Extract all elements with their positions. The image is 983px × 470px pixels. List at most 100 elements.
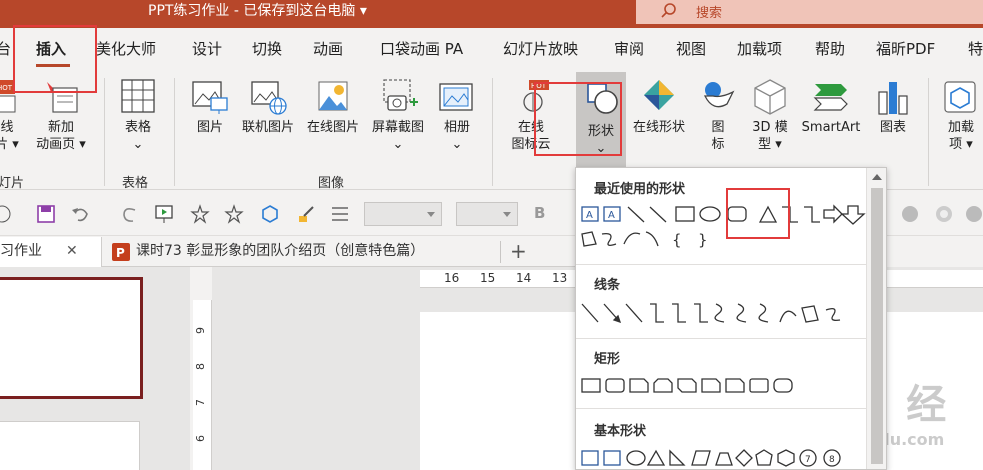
new-animation-page-label-1: 新加 (47, 120, 74, 135)
window-title[interactable]: PPT练习作业 - 已保存到这台电脑 ▾ (148, 0, 367, 22)
addins-label-2: 项 ▾ (949, 137, 973, 152)
highlight-insert-tab (13, 25, 97, 93)
dropdown-scrollbar[interactable] (866, 168, 886, 469)
menu-tabs: 台 插入 美化大师 设计 切换 动画 口袋动画 PA 幻灯片放映 审阅 视图 加… (0, 28, 983, 72)
group-label-images: 图像 (318, 176, 345, 191)
scroll-up-icon[interactable] (872, 174, 882, 180)
tab-animations[interactable]: 动画 (313, 38, 343, 59)
highlight-triangle-shape (726, 188, 790, 239)
svg-text:HOT: HOT (0, 84, 13, 92)
doc-tab-lesson73-title: 课时73 彰显形象的团队介绍页（创意特色篇） (136, 243, 425, 259)
tab-review[interactable]: 审阅 (614, 38, 644, 59)
slide-thumbnail-selected[interactable] (0, 277, 143, 399)
highlight-shapes-button (534, 82, 622, 156)
screenshot-icon (383, 79, 418, 111)
3d-model-button[interactable]: 3D 模 型 ▾ (744, 78, 796, 153)
photo-album-icon (439, 83, 473, 111)
screenshot-button[interactable]: 屏幕截图 ⌄ (366, 78, 430, 153)
icons-icon (703, 82, 735, 108)
online-image-icon (318, 81, 348, 111)
format-painter-icon[interactable] (296, 204, 316, 224)
online-shapes-button[interactable]: 在线形状 (626, 78, 692, 136)
table-icon (121, 79, 155, 113)
tab-pocket-animation[interactable]: 口袋动画 PA (380, 38, 463, 59)
icons-button[interactable]: 图 标 (696, 78, 740, 153)
v-ruler-label: 6 (194, 435, 207, 442)
add-tab-button[interactable]: + (510, 237, 527, 265)
recent-shapes-gallery[interactable]: A A { } (580, 204, 866, 254)
online-picture-2-button[interactable]: 在线图片 (302, 78, 364, 136)
online-shapes-icon (644, 80, 674, 110)
addins-button[interactable]: 加载 项 ▾ (938, 78, 983, 153)
svg-text:8: 8 (829, 455, 835, 465)
star-icon[interactable] (224, 204, 244, 224)
search-icon (661, 3, 676, 18)
smartart-button[interactable]: SmartArt (796, 78, 866, 136)
dropdown-divider (576, 338, 866, 339)
screenshot-label: 屏幕截图 (371, 120, 424, 135)
oval-shape-3-icon[interactable] (964, 204, 983, 224)
svg-text:A: A (608, 210, 615, 221)
photo-album-label: 相册 (443, 120, 470, 135)
star-effect-icon[interactable] (190, 204, 210, 224)
ribbon-separator (104, 78, 105, 186)
h-ruler-label: 13 (552, 271, 568, 285)
save-icon[interactable] (36, 204, 56, 224)
tab-help[interactable]: 帮助 (815, 38, 845, 59)
online-picture-button[interactable]: 联机图片 (236, 78, 300, 136)
slide-thumbnail[interactable] (0, 421, 140, 470)
doc-tab-current[interactable]: 习作业 ✕ (0, 237, 102, 267)
shape-link-icon[interactable] (260, 204, 280, 224)
tab-view[interactable]: 视图 (676, 38, 706, 59)
3d-model-label-2: 型 ▾ (758, 137, 782, 152)
picture-button[interactable]: 图片 (186, 78, 234, 136)
screenshot-arrow: ⌄ (392, 137, 404, 152)
bold-button[interactable]: B (534, 204, 545, 222)
svg-text:P: P (116, 246, 125, 260)
scrollbar-thumb[interactable] (871, 188, 883, 464)
tab-beautify-master[interactable]: 美化大师 (96, 38, 156, 59)
svg-text:7: 7 (805, 455, 811, 465)
dropdown-divider (576, 264, 866, 265)
h-ruler-label: 14 (516, 271, 532, 285)
photo-album-button[interactable]: 相册 ⌄ (434, 78, 480, 153)
font-size-combo[interactable] (456, 202, 518, 226)
smartart-icon (813, 84, 848, 111)
basic-shapes-gallery[interactable]: 7 8 (580, 448, 866, 470)
dropdown-divider (576, 408, 866, 409)
tab-foxit-pdf[interactable]: 福昕PDF (876, 38, 935, 59)
chart-button[interactable]: 图表 (870, 78, 916, 136)
present-icon[interactable] (154, 204, 174, 224)
table-button[interactable]: 表格 ⌄ (112, 78, 164, 153)
tab-slideshow[interactable]: 幻灯片放映 (503, 38, 578, 59)
tab-partial-right[interactable]: 特 (968, 38, 983, 59)
addins-label-1: 加载 (947, 120, 974, 135)
doc-tab-lesson73[interactable]: P 课时73 彰显形象的团队介绍页（创意特色篇） (108, 237, 498, 267)
doc-tab-current-title: 习作业 (0, 243, 42, 259)
close-icon[interactable]: ✕ (66, 237, 78, 265)
tab-transitions[interactable]: 切换 (252, 38, 282, 59)
h-ruler-label: 15 (480, 271, 496, 285)
tab-design[interactable]: 设计 (192, 38, 222, 59)
smartart-label: SmartArt (801, 120, 861, 135)
lines-header: 线条 (594, 278, 621, 293)
font-name-combo[interactable] (364, 202, 442, 226)
chevron-down-icon (503, 212, 511, 217)
svg-text:A: A (586, 210, 593, 221)
oval-shape-icon[interactable] (900, 204, 920, 224)
rectangles-header: 矩形 (594, 352, 621, 367)
online-picture-icon (251, 81, 287, 115)
ribbon-separator (174, 78, 175, 186)
lines-gallery[interactable] (580, 302, 866, 326)
align-icon[interactable] (330, 204, 350, 224)
undo-icon[interactable] (70, 204, 90, 224)
redo-icon[interactable] (120, 204, 140, 224)
tab-home-partial[interactable]: 台 (0, 38, 11, 59)
svg-text:{: { (672, 231, 682, 249)
close-partial-icon[interactable] (0, 204, 14, 224)
oval-shape-2-icon[interactable] (934, 204, 954, 224)
svg-text:}: } (698, 231, 708, 249)
rectangles-gallery[interactable] (580, 376, 866, 396)
tab-addins[interactable]: 加载项 (737, 38, 782, 59)
search-box[interactable]: 搜索 (636, 0, 983, 24)
